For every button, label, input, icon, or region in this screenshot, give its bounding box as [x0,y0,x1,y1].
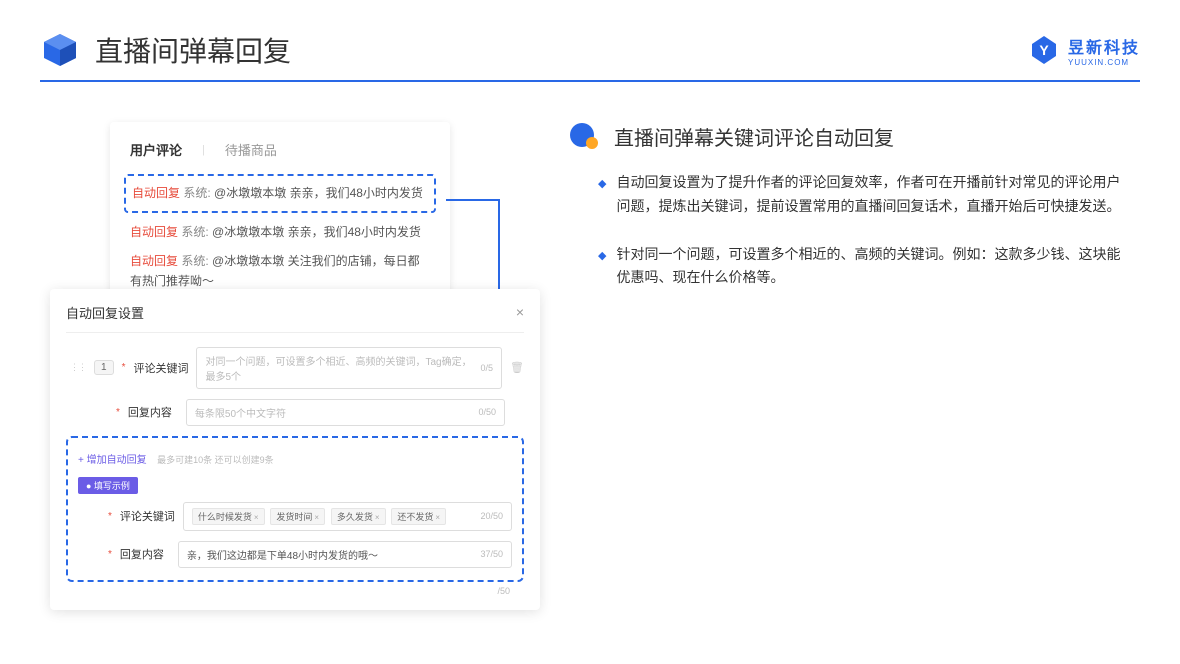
bullet-item: ◆ 针对同一个问题，可设置多个相近的、高频的关键词。例如：这款多少钱、这块能优惠… [570,243,1130,291]
close-icon[interactable]: × [516,304,524,320]
tab-products[interactable]: 待播商品 [225,140,277,159]
example-highlight: + 增加自动回复 最多可建10条 还可以创建9条 ● 填写示例 * 评论关键词 … [66,436,524,582]
brand-logo: Y 昱新科技 YUUXIN.COM [1028,34,1140,67]
highlighted-comment: 自动回复 系统: @冰墩墩本墩 亲亲，我们48小时内发货 [124,174,436,213]
example-reply-input[interactable]: 亲，我们这边都是下单48小时内发货的哦～ 37/50 [178,541,512,568]
page-title: 直播间弹幕回复 [95,30,291,70]
auto-reply-tag: 自动回复 [130,254,178,268]
keyword-row: ⋮⋮ 1 * 评论关键词 对同一个问题，可设置多个相近、高频的关键词，Tag确定… [66,347,524,389]
bullet-item: ◆ 自动回复设置为了提升作者的评论回复效率，作者可在开播前针对常见的评论用户问题… [570,171,1130,219]
logo-text-main: 昱新科技 [1068,34,1140,58]
delete-icon[interactable]: 🗑 [510,361,524,374]
logo-text-sub: YUUXIN.COM [1068,58,1140,67]
example-badge: ● 填写示例 [78,477,138,494]
diamond-icon: ◆ [598,247,606,291]
page-header: 直播间弹幕回复 Y 昱新科技 YUUXIN.COM [0,0,1180,80]
description-column: 直播间弹幕关键词评论自动回复 ◆ 自动回复设置为了提升作者的评论回复效率，作者可… [570,122,1130,610]
system-tag: 系统: [181,254,208,268]
extra-counter: /50 [66,582,524,596]
comment-text-1: @冰墩墩本墩 亲亲，我们48小时内发货 [214,186,423,200]
required-star: * [108,511,112,522]
tag-chip: 什么时候发货× [192,508,265,525]
tag-chip: 多久发货× [331,508,386,525]
add-hint: 最多可建10条 还可以创建9条 [157,455,274,465]
reply-row: * 回复内容 每条限50个中文字符 0/50 [66,399,524,426]
bullet-text-1: 自动回复设置为了提升作者的评论回复效率，作者可在开播前针对常见的评论用户问题，提… [616,171,1130,219]
auto-reply-settings-panel: 自动回复设置 × ⋮⋮ 1 * 评论关键词 对同一个问题，可设置多个相近、高频的… [50,289,540,610]
example-keyword-input[interactable]: 什么时候发货× 发货时间× 多久发货× 还不发货× 20/50 [183,502,512,531]
reply-label: 回复内容 [128,404,178,420]
cube-icon [40,30,80,70]
tab-separator: | [202,144,205,156]
example-keyword-label: 评论关键词 [120,508,175,524]
bullet-text-2: 针对同一个问题，可设置多个相近的、高频的关键词。例如：这款多少钱、这块能优惠吗、… [616,243,1130,291]
tag-chip: 还不发货× [391,508,446,525]
bubble-icon [570,123,602,151]
keyword-input[interactable]: 对同一个问题，可设置多个相近、高频的关键词，Tag确定，最多5个 0/5 [196,347,502,389]
comment-text-2: @冰墩墩本墩 亲亲，我们48小时内发货 [212,225,421,239]
settings-title: 自动回复设置 [66,303,144,322]
connector-line [446,199,500,201]
drag-handle-icon[interactable]: ⋮⋮ [70,362,86,373]
index-badge: 1 [94,360,114,375]
auto-reply-tag: 自动回复 [130,225,178,239]
tab-comments[interactable]: 用户评论 [130,140,182,159]
example-reply-label: 回复内容 [120,546,170,562]
reply-input[interactable]: 每条限50个中文字符 0/50 [186,399,505,426]
required-star: * [108,549,112,560]
auto-reply-tag: 自动回复 [132,186,180,200]
logo-icon: Y [1028,34,1060,66]
diamond-icon: ◆ [598,175,606,219]
tabs: 用户评论 | 待播商品 [130,140,430,159]
add-auto-reply-link[interactable]: + 增加自动回复 [78,455,147,466]
system-tag: 系统: [181,225,208,239]
screenshot-column: 用户评论 | 待播商品 自动回复 系统: @冰墩墩本墩 亲亲，我们48小时内发货… [50,122,510,610]
required-star: * [116,407,120,418]
keyword-label: 评论关键词 [133,360,188,376]
section-title: 直播间弹幕关键词评论自动回复 [614,122,894,151]
tag-chip: 发货时间× [270,508,325,525]
required-star: * [122,362,126,373]
section-header: 直播间弹幕关键词评论自动回复 [570,122,1130,151]
system-tag: 系统: [183,186,210,200]
svg-text:Y: Y [1039,42,1049,58]
